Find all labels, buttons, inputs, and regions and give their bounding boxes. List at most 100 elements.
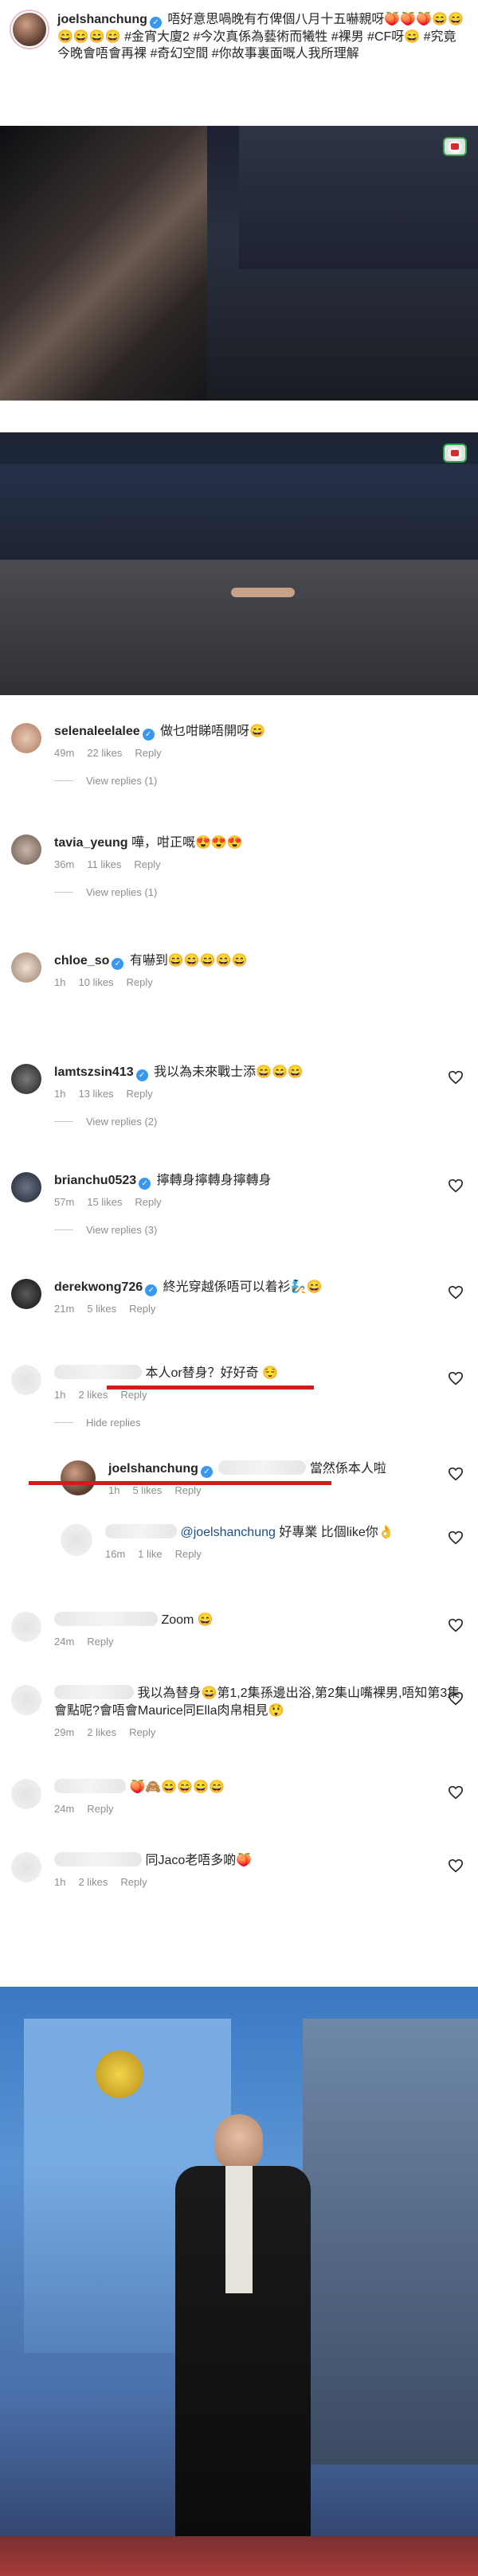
comment-likes[interactable]: 22 likes — [87, 747, 122, 759]
comment-item: 🍑🙈😄😄😄😄 24m Reply — [11, 1779, 467, 1852]
comment-item: Zoom 😄 24m Reply — [11, 1612, 467, 1685]
heart-icon[interactable] — [448, 1070, 464, 1085]
reply-mention[interactable]: @joelshanchung — [180, 1526, 275, 1539]
comment-text: Zoom 😄 — [161, 1613, 214, 1627]
photo-city-skyline — [0, 464, 478, 560]
heart-icon[interactable] — [448, 1691, 464, 1706]
comment-text: 🍑🙈😄😄😄😄 — [129, 1781, 225, 1794]
comment-username[interactable]: tavia_yeung — [54, 836, 127, 850]
heart-icon[interactable] — [448, 1530, 464, 1545]
blurred-username — [54, 1685, 134, 1699]
reply-button[interactable]: Reply — [127, 976, 153, 988]
comment-time: 49m — [54, 747, 75, 759]
comment-item: 我以為替身😄第1,2集孫邊出浴,第2集山嘴裸男,唔知第3集會點呢?會唔會Maur… — [11, 1685, 467, 1779]
verified-badge-icon: ✓ — [139, 1178, 151, 1190]
comment-likes[interactable]: 2 likes — [78, 1389, 108, 1401]
building-backdrop — [303, 2019, 478, 2465]
heart-icon[interactable] — [448, 1285, 464, 1300]
heart-icon[interactable] — [448, 1467, 464, 1481]
commenter-avatar[interactable] — [11, 723, 41, 753]
heart-icon[interactable] — [448, 1371, 464, 1386]
commenter-avatar[interactable] — [11, 1685, 41, 1715]
comment-likes[interactable]: 15 likes — [87, 1196, 122, 1208]
heart-icon[interactable] — [448, 1785, 464, 1800]
reply-username[interactable]: joelshanchung — [108, 1462, 198, 1476]
commenter-avatar[interactable] — [11, 1779, 41, 1809]
heart-icon[interactable] — [448, 1179, 464, 1193]
comment-likes[interactable]: 2 likes — [78, 1876, 108, 1888]
comment-username[interactable]: lamtszsin413 — [54, 1065, 134, 1079]
view-replies-link[interactable]: View replies (1) — [54, 886, 467, 898]
comment-username[interactable]: selenaleelalee — [54, 725, 140, 738]
blurred-username — [54, 1779, 126, 1793]
highlight-underline — [107, 1386, 314, 1390]
commenter-avatar[interactable] — [11, 1612, 41, 1642]
reply-item: joelshanchung ✓ 當然係本人啦 1h 5 likes Reply — [29, 1460, 467, 1524]
photo-rooftop — [0, 560, 478, 695]
reply-button[interactable]: Reply — [129, 1726, 155, 1738]
reply-button[interactable]: Reply — [87, 1803, 113, 1815]
reply-button[interactable]: Reply — [87, 1636, 113, 1648]
commenter-avatar[interactable] — [11, 952, 41, 983]
comment-likes[interactable]: 11 likes — [87, 858, 121, 870]
post-author-avatar[interactable] — [11, 11, 48, 48]
verified-badge-icon: ✓ — [112, 958, 124, 970]
comment-time: 1h — [54, 1088, 66, 1100]
comment-text: 嘩，咁正嘅😍😍😍 — [131, 836, 243, 850]
commenter-avatar[interactable] — [11, 1064, 41, 1094]
comment-username[interactable]: brianchu0523 — [54, 1174, 136, 1187]
reply-button[interactable]: Reply — [129, 1303, 155, 1315]
comment-item: lamtszsin413 ✓ 我以為未來戰士添😄😄😄 1h 13 likes Repl… — [11, 1064, 467, 1172]
comment-username[interactable]: chloe_so — [54, 954, 109, 967]
comment-likes[interactable]: 10 likes — [78, 976, 113, 988]
comment-time: 21m — [54, 1303, 75, 1315]
reply-avatar[interactable] — [61, 1460, 96, 1495]
caption-text-block: joelshanchung ✓ 唔好意思喎晚有冇俾個八月十五嚇親呀🍑🍑🍑😄😄😄😄😄… — [57, 11, 467, 96]
comment-text: 有嚇到😄😄😄😄😄 — [129, 954, 248, 967]
comment-item: 同Jaco老唔多啲🍑 1h 2 likes Reply — [11, 1852, 467, 1924]
reply-button[interactable]: Reply — [174, 1484, 201, 1496]
view-replies-link[interactable]: View replies (1) — [54, 775, 467, 787]
photo-building-background — [239, 126, 478, 269]
comment-text: 我以為未來戰士添😄😄😄 — [154, 1065, 304, 1079]
comment-time: 24m — [54, 1803, 75, 1815]
comment-item: tavia_yeung 嘩，咁正嘅😍😍😍 36m 11 likes Reply Vi… — [11, 835, 467, 952]
reply-button[interactable]: Reply — [127, 1088, 153, 1100]
view-replies-link[interactable]: View replies (3) — [54, 1224, 467, 1236]
commenter-avatar[interactable] — [11, 1852, 41, 1882]
verified-badge-icon: ✓ — [149, 17, 162, 29]
reply-avatar[interactable] — [61, 1524, 92, 1556]
commenter-avatar[interactable] — [11, 1172, 41, 1202]
reply-button[interactable]: Reply — [135, 1196, 161, 1208]
reply-likes[interactable]: 5 likes — [132, 1484, 162, 1496]
reply-likes[interactable]: 1 like — [138, 1548, 162, 1560]
comment-username[interactable]: derekwong726 — [54, 1280, 143, 1294]
comment-likes[interactable]: 5 likes — [87, 1303, 116, 1315]
comment-text: 做乜咁睇唔開呀😄 — [160, 725, 266, 738]
comment-likes[interactable]: 2 likes — [87, 1726, 116, 1738]
commenter-avatar[interactable] — [11, 1279, 41, 1309]
comment-item: selenaleelalee ✓ 做乜咁睇唔開呀😄 49m 22 likes Repl… — [11, 723, 467, 835]
reply-button[interactable]: Reply — [120, 1389, 147, 1401]
commenter-avatar[interactable] — [11, 1365, 41, 1395]
commenter-avatar[interactable] — [11, 835, 41, 865]
comment-item: 本人or替身？好好奇 😌 1h 2 likes Reply Hide replies — [11, 1365, 467, 1460]
comment-likes[interactable]: 13 likes — [78, 1088, 113, 1100]
reply-button[interactable]: Reply — [135, 747, 161, 759]
hide-replies-link[interactable]: Hide replies — [54, 1417, 467, 1429]
reply-time: 1h — [108, 1484, 120, 1496]
blurred-username — [54, 1612, 158, 1626]
heart-icon[interactable] — [448, 1618, 464, 1632]
comment-text: 本人or替身？好好奇 😌 — [145, 1366, 279, 1380]
view-replies-link[interactable]: View replies (2) — [54, 1116, 467, 1128]
reply-button[interactable]: Reply — [175, 1548, 202, 1560]
post-photo-2 — [0, 432, 478, 695]
reply-button[interactable]: Reply — [120, 1876, 147, 1888]
comment-time: 36m — [54, 858, 75, 870]
comment-item: chloe_so ✓ 有嚇到😄😄😄😄😄 1h 10 likes Reply — [11, 952, 467, 1064]
reply-button[interactable]: Reply — [134, 858, 160, 870]
comment-item: brianchu0523 ✓ 擰轉身擰轉身擰轉身 57m 15 likes Reply… — [11, 1172, 467, 1279]
post-author-username[interactable]: joelshanchung — [57, 13, 147, 26]
heart-icon[interactable] — [448, 1859, 464, 1873]
event-photo — [0, 1987, 478, 2576]
